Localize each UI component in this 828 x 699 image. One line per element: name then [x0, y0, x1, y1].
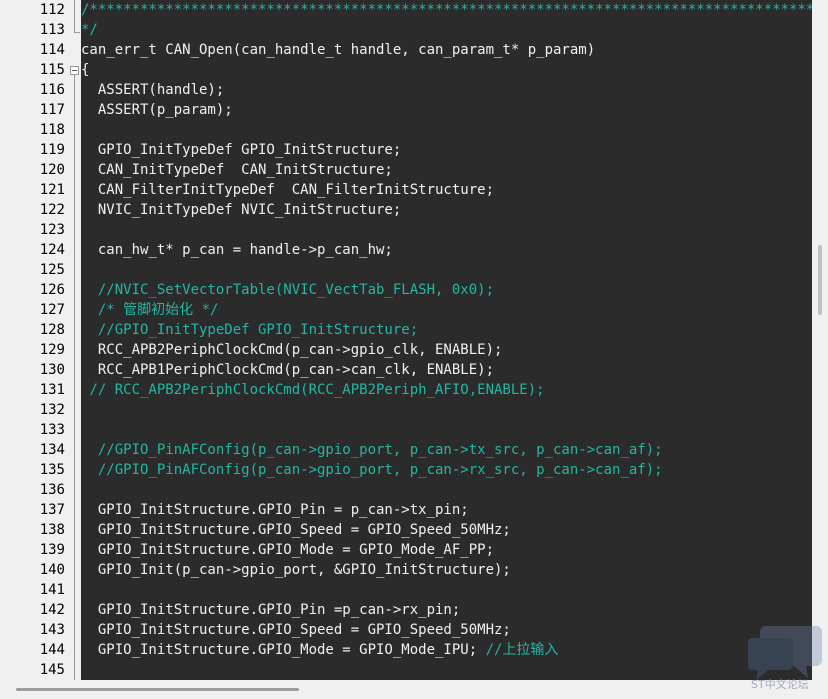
line-number: 139 [39, 542, 65, 558]
watermark-text: ST中文论坛 [751, 678, 809, 691]
code-line[interactable]: GPIO_InitStructure.GPIO_Mode = GPIO_Mode… [81, 540, 494, 560]
code-line[interactable]: can_hw_t* p_can = handle->p_can_hw; [81, 240, 393, 260]
code-line[interactable]: GPIO_InitStructure.GPIO_Pin =p_can->rx_p… [81, 600, 460, 620]
line-number: 138 [39, 522, 65, 538]
code-line[interactable]: RCC_APB2PeriphClockCmd(p_can->gpio_clk, … [81, 340, 503, 360]
inline-comment: //上拉输入 [485, 642, 559, 658]
code-line[interactable]: GPIO_InitStructure.GPIO_Pin = p_can->tx_… [81, 500, 469, 520]
line-number: 144 [39, 642, 65, 658]
line-number: 119 [39, 142, 65, 158]
line-number: 131 [39, 382, 65, 398]
line-number: 140 [39, 562, 65, 578]
code-line[interactable]: RCC_APB1PeriphClockCmd(p_can->can_clk, E… [81, 360, 494, 380]
line-number: 129 [39, 342, 65, 358]
code-line[interactable]: //NVIC_SetVectorTable(NVIC_VectTab_FLASH… [81, 280, 494, 300]
code-line[interactable]: //GPIO_InitTypeDef GPIO_InitStructure; [81, 320, 418, 340]
code-line[interactable]: GPIO_Init(p_can->gpio_port, &GPIO_InitSt… [81, 560, 511, 580]
vertical-scrollbar[interactable] [812, 0, 828, 680]
line-number: 143 [39, 622, 65, 638]
code-area[interactable]: /***************************************… [81, 0, 812, 680]
line-number: 123 [39, 222, 65, 238]
line-number: 141 [39, 582, 65, 598]
line-number: 120 [39, 162, 65, 178]
line-number: 125 [39, 262, 65, 278]
vertical-scroll-thumb[interactable] [818, 245, 822, 315]
line-number: 126 [39, 282, 65, 298]
line-number: 127 [39, 302, 65, 318]
line-number: 128 [39, 322, 65, 338]
line-number: 137 [39, 502, 65, 518]
line-number: 115 [39, 62, 65, 78]
fold-guide [74, 75, 75, 680]
line-number: 135 [39, 462, 65, 478]
collapse-icon[interactable] [70, 66, 79, 75]
line-number: 134 [39, 442, 65, 458]
line-number: 136 [39, 482, 65, 498]
code-line[interactable]: CAN_InitTypeDef CAN_InitStructure; [81, 160, 393, 180]
code-line[interactable]: GPIO_InitStructure.GPIO_Mode = GPIO_Mode… [81, 640, 559, 660]
code-line[interactable]: ASSERT(p_param); [81, 100, 233, 120]
line-number: 142 [39, 602, 65, 618]
line-number: 121 [39, 182, 65, 198]
code-line[interactable]: */ [81, 20, 98, 40]
line-number: 133 [39, 422, 65, 438]
code-line[interactable]: NVIC_InitTypeDef NVIC_InitStructure; [81, 200, 401, 220]
code-line[interactable]: //GPIO_PinAFConfig(p_can->gpio_port, p_c… [81, 460, 663, 480]
line-number: 118 [39, 122, 65, 138]
fold-end-marker [74, 32, 80, 33]
line-number: 116 [39, 82, 65, 98]
line-number: 130 [39, 362, 65, 378]
code-text: GPIO_InitStructure.GPIO_Mode = GPIO_Mode… [81, 642, 486, 658]
code-line[interactable]: GPIO_InitStructure.GPIO_Speed = GPIO_Spe… [81, 620, 511, 640]
code-line[interactable]: GPIO_InitTypeDef GPIO_InitStructure; [81, 140, 401, 160]
code-line[interactable]: //GPIO_PinAFConfig(p_can->gpio_port, p_c… [81, 440, 663, 460]
line-number: 117 [39, 102, 65, 118]
code-editor[interactable]: 112 113 114 115 116 117 118 119 120 121 122 123 124 1… [0, 0, 812, 680]
code-line[interactable]: // RCC_APB2PeriphClockCmd(RCC_APB2Periph… [81, 380, 544, 400]
line-number: 114 [39, 42, 65, 58]
line-number: 112 [39, 2, 65, 18]
line-number-gutter: 112 113 114 115 116 117 118 119 120 121 122 123 124 1… [0, 0, 69, 680]
line-number: 132 [39, 402, 65, 418]
fold-margin [69, 0, 81, 680]
fold-guide-top [74, 0, 75, 32]
code-line[interactable]: /* 管脚初始化 */ [81, 300, 219, 320]
horizontal-scroll-thumb[interactable] [16, 688, 299, 691]
code-line[interactable]: can_err_t CAN_Open(can_handle_t handle, … [81, 40, 595, 60]
code-line[interactable]: ASSERT(handle); [81, 80, 224, 100]
line-number: 113 [39, 22, 65, 38]
horizontal-scrollbar[interactable] [0, 680, 828, 699]
code-line[interactable]: /***************************************… [81, 0, 812, 20]
code-line[interactable]: { [81, 60, 89, 80]
line-number: 124 [39, 242, 65, 258]
code-line[interactable]: CAN_FilterInitTypeDef CAN_FilterInitStru… [81, 180, 494, 200]
code-line[interactable]: GPIO_InitStructure.GPIO_Speed = GPIO_Spe… [81, 520, 511, 540]
line-number: 122 [39, 202, 65, 218]
line-number: 145 [39, 662, 65, 678]
